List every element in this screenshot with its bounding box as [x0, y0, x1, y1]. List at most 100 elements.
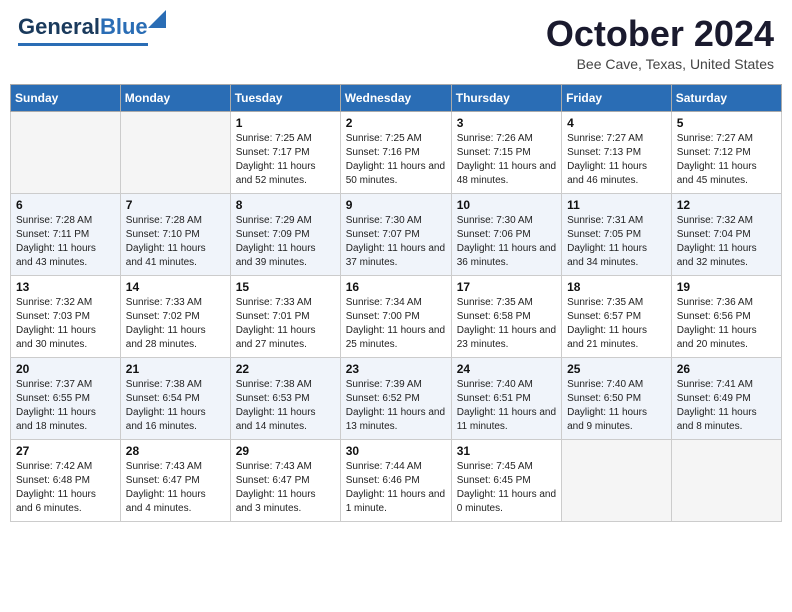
calendar-cell: 6Sunrise: 7:28 AM Sunset: 7:11 PM Daylig…	[11, 193, 121, 275]
cell-info: Sunrise: 7:38 AM Sunset: 6:53 PM Dayligh…	[236, 378, 335, 434]
calendar-cell: 27 Sunrise: 7:42 AM Sunset: 6:48 PM Dayli…	[11, 439, 121, 521]
calendar-cell: 30 Sunrise: 7:44 AM Sunset: 6:46 PM Dayli…	[340, 439, 451, 521]
calendar-cell: 1 Sunrise: 7:25 AM Sunset: 7:17 PM Daylig…	[230, 111, 340, 193]
logo-general: General	[18, 14, 100, 40]
calendar-week-row: 13 Sunrise: 7:32 AM Sunset: 7:03 PM Dayli…	[11, 275, 782, 357]
calendar-cell: 29Sunrise: 7:43 AM Sunset: 6:47 PM Dayli…	[230, 439, 340, 521]
day-number: 30	[346, 444, 446, 458]
cell-info: Sunrise: 7:45 AM Sunset: 6:45 PM Dayligh…	[457, 460, 556, 516]
day-number: 27	[16, 444, 115, 458]
header-thursday: Thursday	[451, 84, 561, 111]
cell-info: Sunrise: 7:29 AM Sunset: 7:09 PM Dayligh…	[236, 214, 335, 270]
day-number: 6	[16, 198, 115, 212]
cell-info: Sunrise: 7:35 AM Sunset: 6:58 PM Dayligh…	[457, 296, 556, 352]
day-number: 7	[126, 198, 225, 212]
calendar-cell: 14 Sunrise: 7:33 AM Sunset: 7:02 PM Dayli…	[120, 275, 230, 357]
day-number: 19	[677, 280, 776, 294]
cell-info: Sunrise: 7:41 AM Sunset: 6:49 PM Dayligh…	[677, 378, 776, 434]
cell-info: Sunrise: 7:25 AM Sunset: 7:17 PM Dayligh…	[236, 132, 335, 188]
calendar-week-row: 27 Sunrise: 7:42 AM Sunset: 6:48 PM Dayli…	[11, 439, 782, 521]
calendar-cell: 26 Sunrise: 7:41 AM Sunset: 6:49 PM Dayli…	[671, 357, 781, 439]
day-number: 3	[457, 116, 556, 130]
calendar-cell: 12Sunrise: 7:32 AM Sunset: 7:04 PM Dayli…	[671, 193, 781, 275]
location: Bee Cave, Texas, United States	[546, 56, 774, 72]
day-number: 12	[677, 198, 776, 212]
cell-info: Sunrise: 7:33 AM Sunset: 7:02 PM Dayligh…	[126, 296, 225, 352]
calendar-cell: 31 Sunrise: 7:45 AM Sunset: 6:45 PM Dayli…	[451, 439, 561, 521]
calendar-cell: 23 Sunrise: 7:39 AM Sunset: 6:52 PM Dayli…	[340, 357, 451, 439]
day-number: 15	[236, 280, 335, 294]
cell-info: Sunrise: 7:27 AM Sunset: 7:12 PM Dayligh…	[677, 132, 776, 188]
header-saturday: Saturday	[671, 84, 781, 111]
cell-info: Sunrise: 7:35 AM Sunset: 6:57 PM Dayligh…	[567, 296, 666, 352]
header-wednesday: Wednesday	[340, 84, 451, 111]
page-header: General Blue October 2024 Bee Cave, Texa…	[10, 10, 782, 76]
day-number: 1	[236, 116, 335, 130]
header-monday: Monday	[120, 84, 230, 111]
calendar-week-row: 1 Sunrise: 7:25 AM Sunset: 7:17 PM Daylig…	[11, 111, 782, 193]
calendar-cell	[120, 111, 230, 193]
cell-info: Sunrise: 7:32 AM Sunset: 7:03 PM Dayligh…	[16, 296, 115, 352]
day-number: 24	[457, 362, 556, 376]
day-number: 20	[16, 362, 115, 376]
cell-info: Sunrise: 7:43 AM Sunset: 6:47 PM Dayligh…	[236, 460, 335, 516]
cell-info: Sunrise: 7:43 AM Sunset: 6:47 PM Dayligh…	[126, 460, 225, 516]
calendar-cell: 19 Sunrise: 7:36 AM Sunset: 6:56 PM Dayli…	[671, 275, 781, 357]
calendar-cell: 9 Sunrise: 7:30 AM Sunset: 7:07 PM Daylig…	[340, 193, 451, 275]
cell-info: Sunrise: 7:31 AM Sunset: 7:05 PM Dayligh…	[567, 214, 666, 270]
cell-info: Sunrise: 7:26 AM Sunset: 7:15 PM Dayligh…	[457, 132, 556, 188]
calendar-week-row: 6Sunrise: 7:28 AM Sunset: 7:11 PM Daylig…	[11, 193, 782, 275]
day-number: 8	[236, 198, 335, 212]
calendar-cell	[671, 439, 781, 521]
cell-info: Sunrise: 7:30 AM Sunset: 7:06 PM Dayligh…	[457, 214, 556, 270]
day-number: 22	[236, 362, 335, 376]
header-tuesday: Tuesday	[230, 84, 340, 111]
day-number: 9	[346, 198, 446, 212]
cell-info: Sunrise: 7:27 AM Sunset: 7:13 PM Dayligh…	[567, 132, 666, 188]
cell-info: Sunrise: 7:40 AM Sunset: 6:50 PM Dayligh…	[567, 378, 666, 434]
calendar-cell: 15 Sunrise: 7:33 AM Sunset: 7:01 PM Dayli…	[230, 275, 340, 357]
month-title: October 2024	[546, 14, 774, 54]
calendar-cell: 11 Sunrise: 7:31 AM Sunset: 7:05 PM Dayli…	[562, 193, 672, 275]
day-number: 11	[567, 198, 666, 212]
cell-info: Sunrise: 7:40 AM Sunset: 6:51 PM Dayligh…	[457, 378, 556, 434]
logo-triangle-icon	[148, 10, 166, 28]
cell-info: Sunrise: 7:44 AM Sunset: 6:46 PM Dayligh…	[346, 460, 446, 516]
calendar-cell: 10Sunrise: 7:30 AM Sunset: 7:06 PM Dayli…	[451, 193, 561, 275]
cell-info: Sunrise: 7:28 AM Sunset: 7:10 PM Dayligh…	[126, 214, 225, 270]
calendar-cell: 21Sunrise: 7:38 AM Sunset: 6:54 PM Dayli…	[120, 357, 230, 439]
calendar-table: SundayMondayTuesdayWednesdayThursdayFrid…	[10, 84, 782, 522]
day-number: 26	[677, 362, 776, 376]
cell-info: Sunrise: 7:34 AM Sunset: 7:00 PM Dayligh…	[346, 296, 446, 352]
title-area: October 2024 Bee Cave, Texas, United Sta…	[546, 14, 774, 72]
calendar-cell: 22 Sunrise: 7:38 AM Sunset: 6:53 PM Dayli…	[230, 357, 340, 439]
day-number: 5	[677, 116, 776, 130]
cell-info: Sunrise: 7:42 AM Sunset: 6:48 PM Dayligh…	[16, 460, 115, 516]
calendar-week-row: 20 Sunrise: 7:37 AM Sunset: 6:55 PM Dayli…	[11, 357, 782, 439]
cell-info: Sunrise: 7:36 AM Sunset: 6:56 PM Dayligh…	[677, 296, 776, 352]
calendar-cell: 16 Sunrise: 7:34 AM Sunset: 7:00 PM Dayli…	[340, 275, 451, 357]
calendar-cell: 28 Sunrise: 7:43 AM Sunset: 6:47 PM Dayli…	[120, 439, 230, 521]
cell-info: Sunrise: 7:33 AM Sunset: 7:01 PM Dayligh…	[236, 296, 335, 352]
day-number: 16	[346, 280, 446, 294]
cell-info: Sunrise: 7:37 AM Sunset: 6:55 PM Dayligh…	[16, 378, 115, 434]
logo: General Blue	[18, 14, 148, 46]
cell-info: Sunrise: 7:25 AM Sunset: 7:16 PM Dayligh…	[346, 132, 446, 188]
calendar-cell: 5 Sunrise: 7:27 AM Sunset: 7:12 PM Daylig…	[671, 111, 781, 193]
cell-info: Sunrise: 7:38 AM Sunset: 6:54 PM Dayligh…	[126, 378, 225, 434]
cell-info: Sunrise: 7:39 AM Sunset: 6:52 PM Dayligh…	[346, 378, 446, 434]
day-number: 31	[457, 444, 556, 458]
day-number: 2	[346, 116, 446, 130]
cell-info: Sunrise: 7:30 AM Sunset: 7:07 PM Dayligh…	[346, 214, 446, 270]
calendar-cell: 17 Sunrise: 7:35 AM Sunset: 6:58 PM Dayli…	[451, 275, 561, 357]
day-number: 4	[567, 116, 666, 130]
day-number: 13	[16, 280, 115, 294]
header-friday: Friday	[562, 84, 672, 111]
day-number: 17	[457, 280, 556, 294]
day-number: 14	[126, 280, 225, 294]
day-number: 28	[126, 444, 225, 458]
calendar-cell: 13 Sunrise: 7:32 AM Sunset: 7:03 PM Dayli…	[11, 275, 121, 357]
calendar-header-row: SundayMondayTuesdayWednesdayThursdayFrid…	[11, 84, 782, 111]
logo-blue: Blue	[100, 14, 148, 39]
day-number: 23	[346, 362, 446, 376]
